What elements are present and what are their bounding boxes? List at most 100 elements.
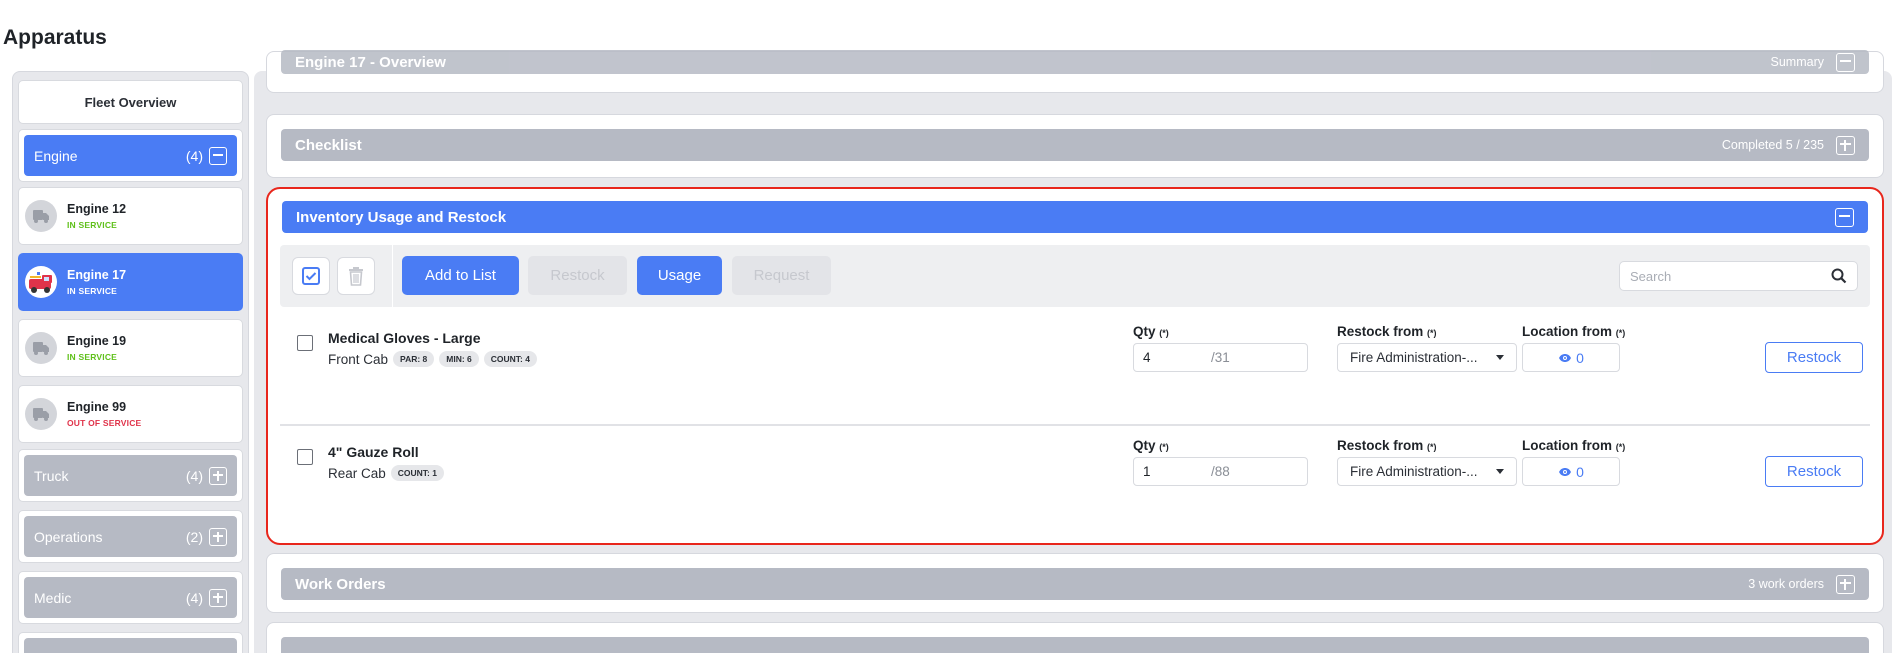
- group-label: Truck: [34, 467, 69, 484]
- location-from-label: Location from (*): [1522, 438, 1626, 453]
- apparatus-detail: Engine 17 - Overview Summary Checklist C…: [254, 50, 1892, 653]
- vehicle-engine-99[interactable]: Engine 99 OUT OF SERVICE: [18, 385, 243, 443]
- vehicle-status: OUT OF SERVICE: [67, 418, 142, 428]
- item-restock-button[interactable]: Restock: [1765, 342, 1863, 373]
- vehicle-status: IN SERVICE: [67, 352, 118, 362]
- section-title: Inventory Usage and Restock: [296, 208, 507, 226]
- collapse-icon[interactable]: [1836, 52, 1855, 72]
- fleet-overview-button[interactable]: Fleet Overview: [18, 80, 243, 124]
- toolbar-divider: [392, 245, 393, 307]
- section-title: Checklist: [295, 136, 362, 154]
- next-panel-header[interactable]: [281, 637, 1869, 653]
- min-badge: MIN: 6: [439, 351, 479, 367]
- chevron-down-icon: [1496, 355, 1504, 360]
- add-to-list-button[interactable]: Add to List: [402, 256, 519, 295]
- item-name: 4" Gauze Roll: [328, 444, 419, 460]
- count-badge: COUNT: 4: [483, 351, 537, 367]
- checklist-panel: Checklist Completed 5 / 235: [266, 114, 1884, 178]
- qty-total: /31: [1211, 350, 1230, 365]
- location-from-button[interactable]: 0: [1522, 343, 1620, 372]
- request-button[interactable]: Request: [732, 256, 831, 295]
- group-count: (2): [185, 528, 203, 545]
- location-from-button[interactable]: 0: [1522, 457, 1620, 486]
- checklist-header[interactable]: Checklist Completed 5 / 235: [281, 129, 1869, 161]
- sidebar-group-medic[interactable]: Medic (4): [18, 571, 243, 624]
- item-location: Rear Cab COUNT: 1: [328, 465, 444, 481]
- location-count: 0: [1576, 349, 1584, 366]
- vehicle-name: Engine 19: [67, 334, 127, 348]
- par-badge: PAR: 8: [393, 351, 435, 367]
- expand-icon[interactable]: [1836, 574, 1855, 594]
- vehicle-engine-12[interactable]: Engine 12 IN SERVICE: [18, 187, 243, 245]
- vehicle-status: IN SERVICE: [67, 286, 118, 296]
- item-location-label: Front Cab: [328, 351, 389, 367]
- usage-button[interactable]: Usage: [637, 256, 722, 295]
- group-label: Engine: [34, 147, 78, 164]
- work-orders-panel: Work Orders 3 work orders: [266, 553, 1884, 613]
- vehicle-name: Engine 17: [67, 268, 127, 282]
- page-title: Apparatus: [3, 26, 107, 49]
- vehicle-engine-17[interactable]: Engine 17 IN SERVICE: [18, 253, 243, 311]
- item-name: Medical Gloves - Large: [328, 330, 481, 346]
- qty-field[interactable]: 1 /88: [1133, 457, 1308, 486]
- search-input[interactable]: [1630, 268, 1831, 284]
- location-count: 0: [1576, 463, 1584, 480]
- group-count: (4): [185, 589, 203, 606]
- trash-icon: [349, 267, 363, 286]
- restock-toolbar-button[interactable]: Restock: [528, 256, 627, 295]
- section-title: Engine 17 - Overview: [295, 53, 446, 71]
- item-restock-button[interactable]: Restock: [1765, 456, 1863, 487]
- expand-icon[interactable]: [209, 466, 227, 485]
- sidebar-group-more[interactable]: [18, 632, 243, 653]
- qty-total: /88: [1211, 464, 1230, 479]
- search-icon[interactable]: [1831, 268, 1847, 284]
- group-label: Operations: [34, 528, 103, 545]
- restock-from-value: Fire Administration-...: [1350, 464, 1478, 479]
- group-count: (4): [185, 147, 203, 164]
- qty-value: 1: [1143, 464, 1151, 479]
- qty-field[interactable]: 4 /31: [1133, 343, 1308, 372]
- restock-from-label: Restock from (*): [1337, 324, 1437, 339]
- section-meta: Summary: [1770, 55, 1824, 69]
- apparatus-sidebar: Fleet Overview Engine (4) Engine 12 IN S…: [12, 71, 249, 653]
- vehicle-status: IN SERVICE: [67, 220, 118, 230]
- sidebar-group-engine[interactable]: Engine (4): [18, 129, 243, 182]
- checkbox-icon: [302, 267, 320, 285]
- select-all-button[interactable]: [292, 257, 330, 295]
- section-meta: Completed 5 / 235: [1721, 138, 1824, 152]
- expand-icon[interactable]: [209, 527, 227, 546]
- item-divider: [280, 424, 1870, 426]
- truck-icon: [25, 398, 57, 430]
- chevron-down-icon: [1496, 469, 1504, 474]
- overview-panel: Engine 17 - Overview Summary: [266, 50, 1884, 93]
- group-label: Medic: [34, 589, 72, 606]
- count-badge: COUNT: 1: [390, 465, 444, 481]
- eye-icon: [1559, 353, 1572, 362]
- item-checkbox[interactable]: [297, 335, 313, 351]
- next-panel: [266, 622, 1884, 653]
- qty-label: Qty (*): [1133, 438, 1169, 453]
- restock-from-select[interactable]: Fire Administration-...: [1337, 457, 1517, 486]
- item-location-label: Rear Cab: [328, 465, 386, 481]
- inventory-item: 4" Gauze Roll Rear Cab COUNT: 1 Qty (*) …: [280, 435, 1870, 535]
- apparatus-page: Apparatus Fleet Overview Engine (4) Engi…: [0, 0, 1899, 653]
- delete-button[interactable]: [337, 257, 375, 295]
- vehicle-engine-19[interactable]: Engine 19 IN SERVICE: [18, 319, 243, 377]
- restock-from-select[interactable]: Fire Administration-...: [1337, 343, 1517, 372]
- item-checkbox[interactable]: [297, 449, 313, 465]
- sidebar-group-operations[interactable]: Operations (2): [18, 510, 243, 563]
- sidebar-group-truck[interactable]: Truck (4): [18, 449, 243, 502]
- collapse-icon[interactable]: [1835, 207, 1854, 227]
- inventory-header[interactable]: Inventory Usage and Restock: [282, 201, 1868, 233]
- fire-engine-icon: [25, 266, 57, 298]
- group-count: (4): [185, 467, 203, 484]
- collapse-icon[interactable]: [209, 146, 227, 165]
- search-box: [1619, 261, 1858, 291]
- work-orders-header[interactable]: Work Orders 3 work orders: [281, 568, 1869, 600]
- expand-icon[interactable]: [209, 588, 227, 607]
- expand-icon[interactable]: [1836, 135, 1855, 155]
- vehicle-name: Engine 99: [67, 400, 127, 414]
- truck-icon: [25, 332, 57, 364]
- inventory-item: Medical Gloves - Large Front Cab PAR: 8 …: [280, 321, 1870, 421]
- overview-header[interactable]: Engine 17 - Overview Summary: [281, 50, 1869, 74]
